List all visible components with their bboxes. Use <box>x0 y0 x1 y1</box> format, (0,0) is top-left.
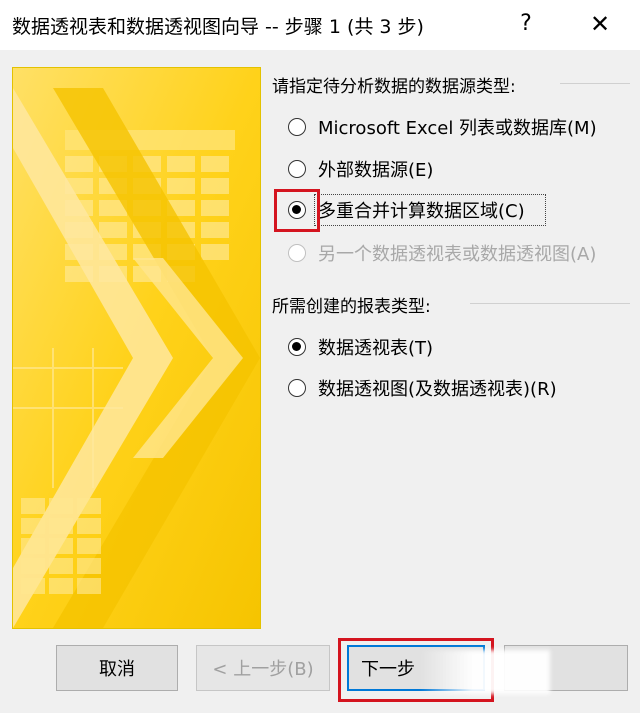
back-button[interactable]: < 上一步(B) <box>196 645 330 691</box>
title-bar: 数据透视表和数据透视图向导 -- 步骤 1 (共 3 步) ? ✕ <box>0 0 640 50</box>
option-pivot-table-label: 数据透视表(T) <box>318 338 434 359</box>
option-external-source[interactable]: 外部数据源(E) <box>288 153 433 185</box>
radio-pivot-table[interactable] <box>288 338 306 356</box>
highlight-box-radio <box>274 189 320 232</box>
source-group-divider <box>560 83 630 84</box>
option-excel-list-label: Microsoft Excel 列表或数据库(M) <box>318 118 597 139</box>
close-icon: ✕ <box>589 10 611 38</box>
report-group-divider <box>470 303 630 304</box>
radio-another-pivot <box>288 244 306 262</box>
radio-external-source[interactable] <box>288 160 306 178</box>
watermark-overlay <box>420 650 550 694</box>
close-button[interactable]: ✕ <box>582 6 618 42</box>
help-button[interactable]: ? <box>508 6 544 42</box>
cancel-button[interactable]: 取消 <box>56 645 178 691</box>
wizard-illustration <box>12 67 261 629</box>
option-another-pivot-label: 另一个数据透视表或数据透视图(A) <box>318 244 597 265</box>
radio-pivot-chart[interactable] <box>288 379 306 397</box>
option-another-pivot: 另一个数据透视表或数据透视图(A) <box>288 237 596 269</box>
option-pivot-table[interactable]: 数据透视表(T) <box>288 331 433 363</box>
option-pivot-chart[interactable]: 数据透视图(及数据透视表)(R) <box>288 372 557 404</box>
window-title: 数据透视表和数据透视图向导 -- 步骤 1 (共 3 步) <box>12 16 424 38</box>
report-type-group-label: 所需创建的报表类型: <box>272 297 431 317</box>
focus-rectangle <box>314 194 546 226</box>
option-external-source-label: 外部数据源(E) <box>318 160 434 181</box>
source-type-group-label: 请指定待分析数据的数据源类型: <box>272 77 516 97</box>
option-pivot-chart-label: 数据透视图(及数据透视表)(R) <box>318 379 557 400</box>
option-excel-list[interactable]: Microsoft Excel 列表或数据库(M) <box>288 111 597 143</box>
radio-excel-list[interactable] <box>288 118 306 136</box>
